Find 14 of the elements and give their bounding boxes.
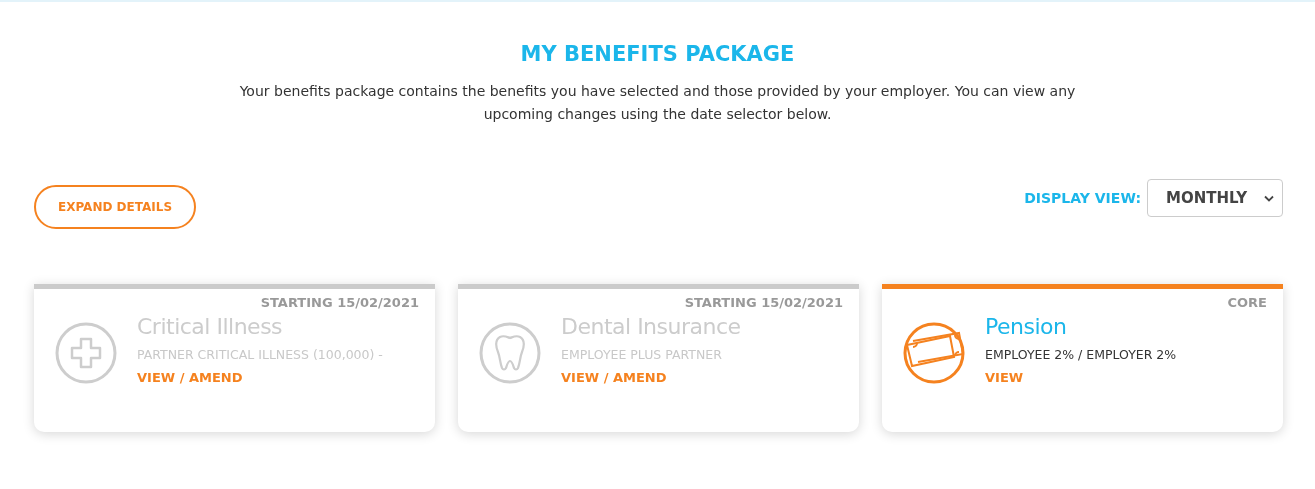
display-view-label: DISPLAY VIEW:	[1024, 190, 1141, 206]
page-description: Your benefits package contains the benefits you have selected and those provided by your employer. You can view any upcoming changes using the date selector below.	[238, 82, 1077, 124]
benefit-status: STARTING 15/02/2021	[259, 295, 419, 310]
chevron-down-icon	[1264, 194, 1274, 202]
view-link[interactable]: VIEW / AMEND	[561, 370, 667, 385]
display-view-select[interactable]: MONTHLY	[1147, 179, 1283, 217]
benefit-status: CORE	[1226, 295, 1267, 310]
benefit-status: STARTING 15/02/2021	[683, 295, 843, 310]
expand-details-button[interactable]: EXPAND DETAILS	[34, 185, 196, 229]
view-link[interactable]: VIEW / AMEND	[137, 370, 243, 385]
benefit-detail: EMPLOYEE 2% / EMPLOYER 2%	[985, 347, 1177, 362]
view-link[interactable]: VIEW	[985, 370, 1024, 385]
page-title: MY BENEFITS PACKAGE	[520, 42, 795, 66]
benefit-name: Pension	[985, 314, 1068, 339]
